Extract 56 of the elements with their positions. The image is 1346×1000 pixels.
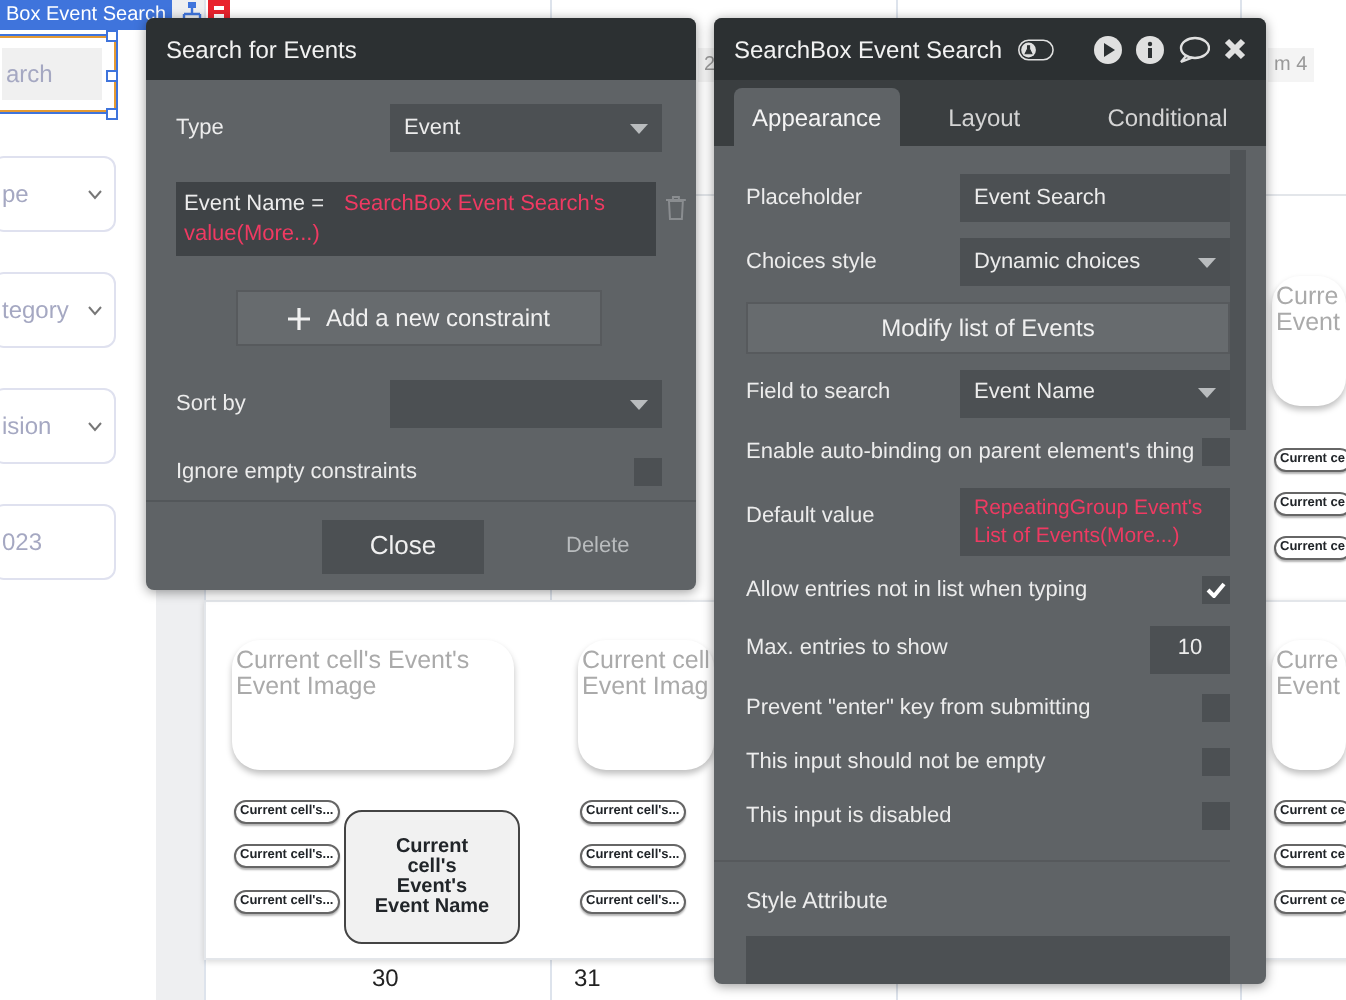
checkbox-label: This input should not be empty (746, 748, 1046, 779)
panel-title: SearchBox Event Search (734, 33, 1003, 67)
tab[interactable]: Conditional (1069, 88, 1266, 146)
image-caption: Current cell's Event's Event Image (236, 648, 472, 700)
element-label[interactable]: Box Event Search (0, 0, 173, 30)
number-field[interactable]: 10 (1150, 625, 1230, 674)
modify-list-button[interactable]: Modify list of Events (746, 302, 1230, 354)
event-name-box: Current cell's Event's Event Name (344, 810, 520, 944)
constraint-expression[interactable]: Event Name = SearchBox Event Search's value(More...) (176, 182, 657, 256)
comment-icon[interactable] (1178, 35, 1210, 63)
image-caption: Curre Event (1276, 284, 1342, 336)
checkbox-label: Enable auto-binding on parent element's thing (746, 437, 1195, 468)
info-icon[interactable] (1136, 35, 1164, 63)
resize-handle[interactable] (106, 70, 118, 82)
checkbox[interactable] (1202, 576, 1230, 605)
field-label: Type (176, 113, 224, 144)
type-dropdown[interactable]: Event (390, 104, 662, 152)
checkbox-label: This input is disabled (746, 802, 952, 833)
chevron-icon (88, 189, 102, 199)
dropdown[interactable]: Event Name (960, 369, 1230, 418)
image-caption: Curre Event (1276, 648, 1342, 700)
close-button[interactable]: Close (322, 519, 484, 573)
chevron-icon (88, 421, 102, 431)
play-icon[interactable] (1094, 35, 1122, 63)
plus-icon (287, 307, 310, 329)
resize-handle[interactable] (106, 108, 118, 120)
field-label: Placeholder (746, 183, 863, 214)
tab[interactable]: Layout (899, 88, 1069, 146)
column-label: m 4 (1268, 48, 1314, 82)
image-caption: Current cell Event Imag (582, 648, 710, 700)
add-constraint-button[interactable]: Add a new constraint (236, 290, 602, 346)
day-number: 30 (372, 962, 399, 996)
resize-handle[interactable] (106, 30, 118, 42)
checkbox-label: Allow entries not in list when typing (746, 575, 1088, 606)
field-label: Max. entries to show (746, 634, 948, 665)
check-icon (1206, 582, 1226, 599)
caret-icon (630, 123, 648, 133)
scrollbar[interactable] (1230, 150, 1246, 430)
caret-icon (630, 399, 648, 409)
chevron-icon (88, 305, 102, 315)
tab[interactable]: Appearance (734, 88, 900, 146)
caret-icon (1198, 257, 1216, 267)
day-number: 31 (574, 962, 601, 996)
caret-icon (1198, 388, 1216, 399)
text-field[interactable]: Event Search (960, 174, 1230, 222)
delete-button[interactable]: Delete (564, 527, 632, 565)
field-label: Sort by (176, 389, 246, 420)
checkbox-label: Prevent "enter" key from submitting (746, 694, 1091, 724)
dropdown[interactable]: Dynamic choices (960, 238, 1230, 286)
section-title: Style Attribute (746, 887, 890, 918)
checkbox-label: Ignore empty constraints (176, 458, 417, 488)
close-icon[interactable] (1224, 38, 1246, 60)
field-label: Default value (746, 501, 875, 532)
field-label: Choices style (746, 247, 877, 278)
field-label: Field to search (746, 378, 891, 409)
dialog-title: Search for Events (146, 18, 696, 80)
